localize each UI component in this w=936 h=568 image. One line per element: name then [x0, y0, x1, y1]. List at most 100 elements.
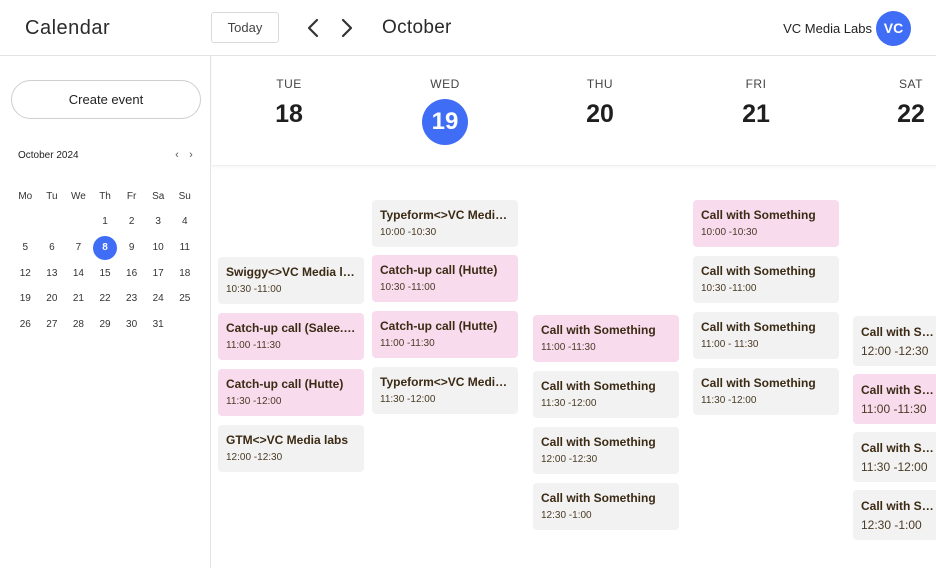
mini-calendar-prev-button[interactable]: ‹: [171, 149, 183, 161]
event-time: 11:30 -12:00: [541, 398, 597, 409]
mini-calendar-day[interactable]: 15: [92, 264, 119, 284]
event-card[interactable]: Call with Something 11:30 -12:00: [853, 432, 936, 482]
mini-calendar-week: 26 27 28 29 30 31: [12, 312, 198, 338]
event-card[interactable]: Call with Something 12:00 -12:30: [533, 427, 679, 474]
event-card[interactable]: Catch-up call (Hutte) 11:00 -11:30: [372, 311, 518, 358]
event-title: Call with Something: [541, 379, 656, 393]
day-column-header[interactable]: WED 19: [375, 56, 515, 166]
mini-calendar-weekdays: Mo Tu We Th Fr Sa Su: [12, 184, 198, 210]
previous-week-button[interactable]: [304, 17, 322, 39]
event-card[interactable]: Typeform<>VC Media labs 11:30 -12:00: [372, 367, 518, 414]
mini-weekday-label: Tu: [46, 190, 58, 202]
day-column-header[interactable]: TUE 18: [219, 56, 359, 166]
mini-calendar-day[interactable]: 6: [39, 238, 66, 258]
event-card[interactable]: Catch-up call (Hutte) 11:30 -12:00: [218, 369, 364, 416]
event-card[interactable]: Swiggy<>VC Media labs 10:30 -11:00: [218, 257, 364, 304]
event-title: Catch-up call (Hutte): [226, 377, 344, 391]
mini-calendar-day[interactable]: 12: [12, 264, 39, 284]
event-card[interactable]: Call with Something 11:30 -12:00: [693, 368, 839, 415]
event-title: GTM<>VC Media labs: [226, 433, 349, 447]
mini-calendar-day[interactable]: 23: [118, 289, 145, 309]
event-card[interactable]: Typeform<>VC Media labs 10:00 -10:30: [372, 200, 518, 247]
mini-calendar-day[interactable]: 30: [118, 315, 145, 335]
mini-weekday-label: We: [71, 190, 86, 202]
mini-calendar-day[interactable]: 8: [92, 235, 119, 260]
chevron-left-icon: [307, 18, 319, 38]
event-title: Call with Something: [701, 208, 816, 222]
mini-calendar-day[interactable]: 29: [92, 315, 119, 335]
day-of-week-label: TUE: [276, 77, 302, 91]
mini-calendar-day[interactable]: 19: [12, 289, 39, 309]
event-time: 12:00 -12:30: [541, 454, 598, 465]
mini-calendar-day[interactable]: 27: [39, 315, 66, 335]
mini-calendar-day[interactable]: 9: [118, 238, 145, 258]
event-card[interactable]: Call with Something 10:00 -10:30: [693, 200, 839, 247]
today-button[interactable]: Today: [211, 12, 279, 43]
event-title: Call with Something: [541, 323, 656, 337]
mini-calendar-day[interactable]: 14: [65, 264, 92, 284]
mini-calendar-day[interactable]: 1: [92, 212, 119, 232]
event-time: 11:30 -12:00: [701, 395, 757, 406]
event-card[interactable]: Catch-up call (Hutte) 10:30 -11:00: [372, 255, 518, 302]
event-card[interactable]: Call with Something 12:30 -1:00: [853, 490, 936, 540]
mini-calendar-next-button[interactable]: ›: [185, 149, 197, 161]
date-number: 20: [586, 100, 614, 128]
event-title: Call with Something: [701, 320, 816, 334]
event-card[interactable]: Call with Something 11:00 -11:30: [533, 315, 679, 362]
mini-calendar-day[interactable]: 7: [65, 238, 92, 258]
mini-calendar-day[interactable]: 17: [145, 264, 172, 284]
event-time: 11:00 -11:30: [226, 340, 281, 351]
event-card[interactable]: Call with Something 12:30 -1:00: [533, 483, 679, 530]
avatar[interactable]: VC: [876, 11, 911, 46]
event-card[interactable]: Call with Something 11:00 - 11:30: [693, 312, 839, 359]
event-title: Call with Something: [701, 376, 816, 390]
mini-calendar-day[interactable]: 24: [145, 289, 172, 309]
mini-calendar-day[interactable]: 13: [39, 264, 66, 284]
event-time: 11:00 -11:30: [861, 402, 927, 416]
organization-name: VC Media Labs: [783, 21, 872, 36]
top-header: Calendar Today October VC Media Labs VC: [0, 0, 936, 56]
event-time: 11:30 -12:00: [380, 394, 436, 405]
mini-calendar-day[interactable]: 16: [118, 264, 145, 284]
today-date-number: 19: [375, 99, 515, 145]
mini-calendar-day[interactable]: 25: [171, 289, 198, 309]
event-time: 12:30 -1:00: [541, 510, 592, 521]
event-title: Call with Something: [861, 325, 935, 339]
event-card[interactable]: Catch-up call (Salee.ai) 11:00 -11:30: [218, 313, 364, 360]
create-event-button[interactable]: Create event: [11, 80, 201, 119]
mini-calendar-day[interactable]: 4: [171, 212, 198, 232]
day-column-header[interactable]: SAT 22: [841, 56, 936, 166]
event-time: 10:00 -10:30: [380, 227, 437, 238]
mini-calendar-title: October 2024: [18, 150, 79, 161]
event-card[interactable]: GTM<>VC Media labs 12:00 -12:30: [218, 425, 364, 472]
event-title: Typeform<>VC Media labs: [380, 208, 510, 222]
event-title: Catch-up call (Salee.ai): [226, 321, 356, 335]
mini-calendar-day[interactable]: 10: [145, 238, 172, 258]
mini-calendar-day[interactable]: 28: [65, 315, 92, 335]
mini-calendar-day[interactable]: 5: [12, 238, 39, 258]
mini-weekday-label: Sa: [152, 190, 165, 202]
event-card[interactable]: Call with Something 12:00 -12:30: [853, 316, 936, 366]
mini-calendar-day[interactable]: 11: [171, 238, 198, 258]
event-card[interactable]: Call with Something 11:00 -11:30: [853, 374, 936, 424]
mini-calendar-day[interactable]: 26: [12, 315, 39, 335]
mini-calendar-day[interactable]: 18: [171, 264, 198, 284]
next-week-button[interactable]: [338, 17, 356, 39]
mini-calendar-day[interactable]: 22: [92, 289, 119, 309]
day-of-week-label: WED: [430, 77, 460, 91]
mini-calendar-day[interactable]: 21: [65, 289, 92, 309]
event-title: Call with Something: [861, 383, 935, 397]
mini-calendar-day[interactable]: 20: [39, 289, 66, 309]
event-title: Call with Something: [541, 435, 656, 449]
event-card[interactable]: Call with Something 11:30 -12:00: [533, 371, 679, 418]
event-time: 10:30 -11:00: [701, 283, 757, 294]
day-column-header[interactable]: THU 20: [530, 56, 670, 166]
mini-calendar-day[interactable]: 2: [118, 212, 145, 232]
mini-weekday-label: Su: [178, 190, 191, 202]
event-card[interactable]: Call with Something 10:30 -11:00: [693, 256, 839, 303]
day-column-header[interactable]: FRI 21: [686, 56, 826, 166]
mini-calendar-day[interactable]: 31: [145, 315, 172, 335]
mini-calendar-week: 1234: [12, 210, 198, 236]
mini-calendar-week: 12 13 14 15 16 17 18: [12, 261, 198, 287]
mini-calendar-day[interactable]: 3: [145, 212, 172, 232]
